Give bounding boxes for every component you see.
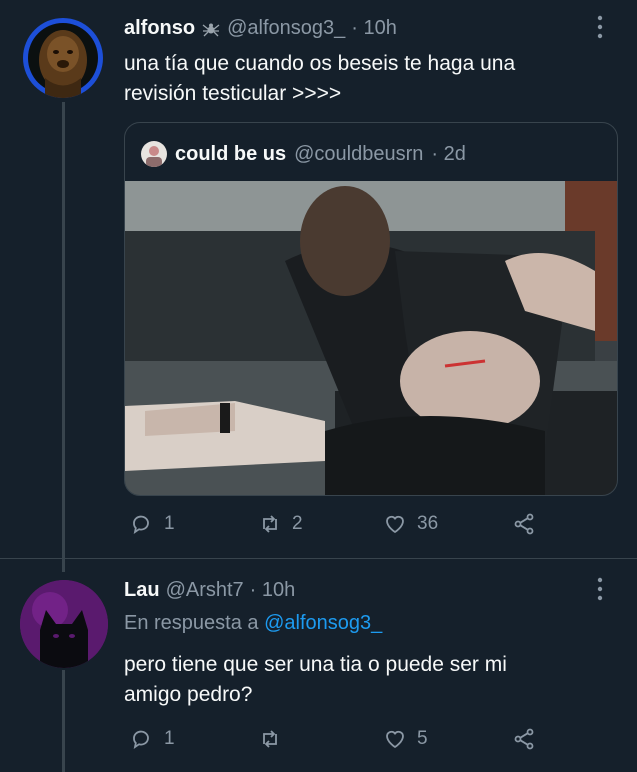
tweet-text: una tía que cuando os beseis te haga una… bbox=[124, 49, 624, 109]
tweet-time[interactable]: · 10h bbox=[351, 17, 397, 40]
retweet-count: 2 bbox=[292, 513, 303, 534]
black-cat-avatar-image bbox=[20, 580, 108, 668]
reply-text-line: pero tiene que ser una tia o puede ser m… bbox=[124, 653, 507, 676]
quoted-tweet[interactable]: could be us @couldbeusrn · 2d bbox=[124, 122, 618, 496]
retweet-icon bbox=[263, 730, 277, 748]
reply-count: 1 bbox=[164, 728, 175, 749]
heart-icon bbox=[386, 730, 404, 749]
reply-time[interactable]: · 10h bbox=[250, 579, 296, 602]
replying-to-label: En respuesta a bbox=[124, 612, 259, 634]
reply-button[interactable]: 1 bbox=[130, 512, 175, 536]
more-icon[interactable] bbox=[596, 14, 604, 46]
chewbacca-avatar-image bbox=[28, 23, 98, 98]
quoted-author-name[interactable]: could be us bbox=[175, 143, 286, 166]
replying-to-handle[interactable]: @alfonsog3_ bbox=[264, 612, 382, 634]
share-button[interactable] bbox=[512, 512, 536, 536]
tweet-header: alfonso @alfonsog3_ · 10h bbox=[124, 17, 397, 40]
replying-to: En respuesta a @alfonsog3_ bbox=[124, 612, 382, 635]
retweet-icon bbox=[263, 515, 277, 533]
spider-emoji-icon bbox=[201, 19, 221, 39]
share-button[interactable] bbox=[512, 727, 536, 751]
reply-icon bbox=[133, 730, 149, 749]
reply-text: pero tiene que ser una tia o puede ser m… bbox=[124, 650, 624, 710]
quoted-avatar[interactable] bbox=[141, 141, 167, 167]
retweet-button[interactable]: 2 bbox=[258, 512, 303, 536]
author-avatar[interactable] bbox=[23, 18, 103, 98]
quoted-header: could be us @couldbeusrn · 2d bbox=[141, 141, 466, 167]
like-button[interactable]: 5 bbox=[383, 727, 428, 751]
thread-connector bbox=[62, 102, 65, 572]
reply-button[interactable]: 1 bbox=[130, 727, 175, 751]
retweet-button[interactable] bbox=[258, 727, 292, 751]
author-handle[interactable]: @alfonsog3_ bbox=[227, 17, 345, 40]
like-button[interactable]: 36 bbox=[383, 512, 438, 536]
tweet-text-line: revisión testicular >>>> bbox=[124, 82, 342, 105]
reply-text-line: amigo pedro? bbox=[124, 683, 253, 706]
author-name[interactable]: alfonso bbox=[124, 17, 195, 40]
reply-author-handle[interactable]: @Arsht7 bbox=[166, 579, 244, 602]
share-icon bbox=[514, 728, 534, 750]
like-count: 5 bbox=[417, 728, 428, 749]
reply-header: Lau @Arsht7 · 10h bbox=[124, 579, 295, 602]
share-icon bbox=[514, 513, 534, 535]
quoted-author-handle[interactable]: @couldbeusrn bbox=[294, 143, 423, 166]
reply-icon bbox=[133, 515, 149, 534]
more-icon[interactable] bbox=[596, 576, 604, 608]
reply-avatar[interactable] bbox=[20, 580, 108, 668]
reply-author-name[interactable]: Lau bbox=[124, 579, 160, 602]
reply-count: 1 bbox=[164, 513, 175, 534]
divider bbox=[0, 558, 637, 559]
quoted-photo[interactable] bbox=[125, 181, 617, 495]
like-count: 36 bbox=[417, 513, 439, 534]
heart-icon bbox=[386, 515, 404, 534]
thread-connector-bottom bbox=[62, 670, 65, 772]
quoted-time[interactable]: · 2d bbox=[431, 143, 465, 166]
tweet-text-line: una tía que cuando os beseis te haga una bbox=[124, 52, 516, 75]
